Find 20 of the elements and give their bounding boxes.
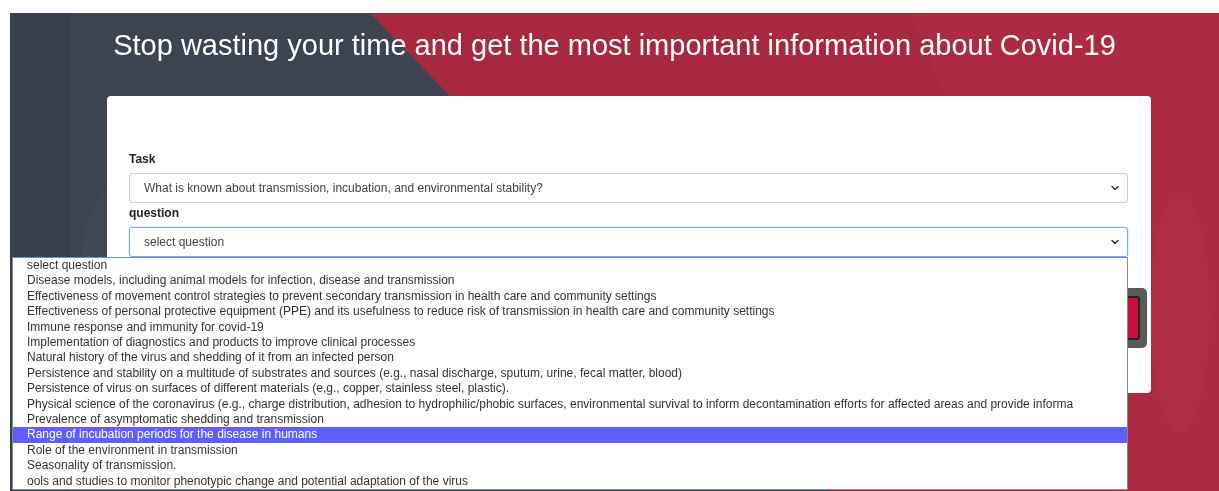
dropdown-option[interactable]: Range of incubation periods for the disease in humans [13, 427, 1127, 443]
dropdown-option[interactable]: ools and studies to monitor phenotypic change and potential adaptation of the virus [13, 473, 1127, 490]
dropdown-option[interactable]: Prevalence of asymptomatic shedding and transmission [13, 412, 1127, 428]
dropdown-option[interactable]: Role of the environment in transmission [13, 442, 1127, 459]
dropdown-option[interactable]: Persistence of virus on surfaces of different materials (e,g., copper, stainless steel, plastic). [13, 381, 1127, 397]
field-label: Task [129, 152, 156, 166]
dropdown-option[interactable]: select question [13, 258, 1127, 274]
field-label: question [129, 206, 179, 220]
headline: Stop wasting your time and get the most important information about Covid-19 [112, 28, 1117, 63]
dropdown-option[interactable]: Seasonality of transmission. [13, 458, 1127, 474]
dropdown-option[interactable]: Persistence and stability on a multitude of substrates and sources (e.g., nasal discharge, sputum, urine, fecal matter, blood) [13, 365, 1127, 382]
dropdown-option[interactable]: Immune response and immunity for covid-19 [13, 319, 1127, 336]
select-field[interactable]: select question [129, 227, 1128, 257]
dropdown-option[interactable]: Implementation of diagnostics and products to improve clinical processes [13, 335, 1127, 351]
dropdown-option[interactable]: Effectiveness of movement control strategies to prevent secondary transmission in health care and community settings [13, 288, 1127, 305]
dropdown-option[interactable]: Physical science of the coronavirus (e.g., charge distribution, adhesion to hydrophilic/phobic surfaces, environmental survival to inform decontamination efforts for affected areas and provide informa [13, 396, 1127, 413]
dropdown-option[interactable]: Disease models, including animal models for infection, disease and transmission [13, 273, 1127, 289]
dropdown-option[interactable]: Natural history of the virus and shedding of it from an infected person [13, 350, 1127, 366]
dropdown-option[interactable]: Effectiveness of personal protective equipment (PPE) and its usefulness to reduce risk of transmission in health care and community settings [13, 304, 1127, 320]
select-field[interactable]: What is known about transmission, incubation, and environmental stability? [129, 173, 1128, 203]
